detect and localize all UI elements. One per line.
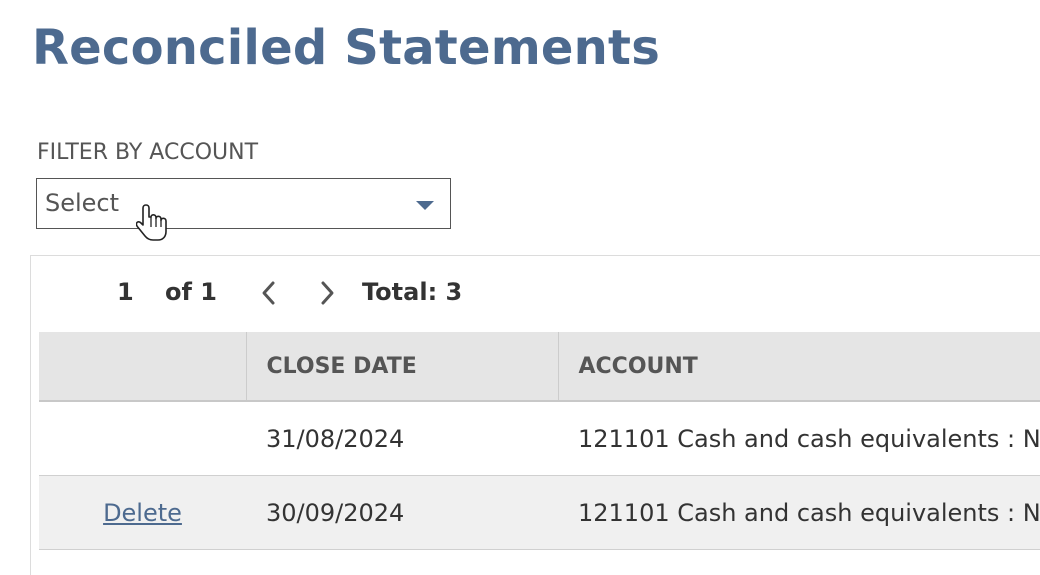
pagination-bar: 1 of 1 Total: 3 bbox=[31, 256, 1040, 332]
page-title: Reconciled Statements bbox=[32, 20, 660, 76]
account-filter-select[interactable]: Select bbox=[36, 178, 451, 229]
statements-table: CLOSE DATE ACCOUNT 31/08/2024 121101 Cas… bbox=[39, 332, 1040, 550]
table-header-row: CLOSE DATE ACCOUNT bbox=[39, 332, 1040, 402]
delete-link[interactable]: Delete bbox=[103, 499, 182, 527]
table-row: 31/08/2024 121101 Cash and cash equivale… bbox=[39, 401, 1040, 476]
column-header-account[interactable]: ACCOUNT bbox=[558, 332, 1040, 402]
close-date-cell: 31/08/2024 bbox=[246, 401, 558, 476]
filter-label: FILTER BY ACCOUNT bbox=[37, 140, 259, 165]
account-cell: 121101 Cash and cash equivalents : N bbox=[558, 475, 1040, 550]
chevron-left-icon[interactable] bbox=[257, 278, 281, 308]
chevron-right-icon[interactable] bbox=[315, 278, 339, 308]
table-row: Delete 30/09/2024 121101 Cash and cash e… bbox=[39, 475, 1040, 550]
page-count: of 1 bbox=[165, 278, 217, 306]
row-action-cell bbox=[39, 401, 246, 476]
chevron-down-icon bbox=[416, 201, 434, 210]
account-cell: 121101 Cash and cash equivalents : N bbox=[558, 401, 1040, 476]
statements-panel: 1 of 1 Total: 3 CLOSE DATE ACCOUNT 31/08… bbox=[30, 255, 1040, 575]
hand-pointer-icon bbox=[136, 204, 167, 241]
row-action-cell: Delete bbox=[39, 475, 246, 550]
column-header-action bbox=[39, 332, 247, 402]
total-count: Total: 3 bbox=[362, 278, 463, 306]
close-date-cell: 30/09/2024 bbox=[246, 475, 558, 550]
current-page: 1 bbox=[117, 278, 134, 306]
column-header-close-date[interactable]: CLOSE DATE bbox=[246, 332, 559, 402]
select-value: Select bbox=[45, 189, 120, 217]
